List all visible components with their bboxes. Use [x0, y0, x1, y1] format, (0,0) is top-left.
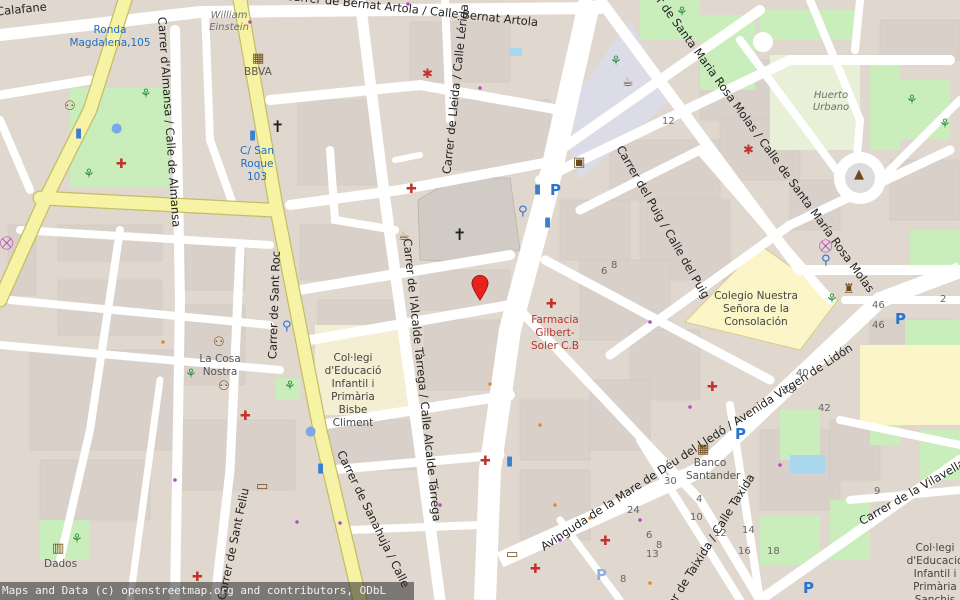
- viewpoint-icon[interactable]: ♜: [843, 283, 855, 297]
- library-icon[interactable]: ▣: [573, 156, 585, 170]
- bicycle-icon[interactable]: ⚲: [282, 320, 292, 334]
- house-number: 8: [620, 574, 627, 585]
- pharmacy-icon[interactable]: ✚: [116, 158, 127, 172]
- house-number: 30: [664, 476, 677, 487]
- bus-stop-icon[interactable]: ▮: [249, 129, 256, 143]
- poi-label-la-cosa-nostra: La Cosa Nostra: [199, 353, 241, 378]
- cafe-icon[interactable]: ☕: [622, 76, 634, 90]
- info-icon[interactable]: ●: [305, 425, 316, 439]
- house-number: 6: [646, 530, 653, 541]
- house-number: 2: [940, 294, 947, 305]
- board-game-icon[interactable]: ▥: [52, 542, 64, 556]
- bus-stop-icon[interactable]: ▮: [544, 216, 551, 230]
- poi-label-ronda-magdalena: Ronda Magdalena,105: [69, 24, 151, 49]
- parking-icon[interactable]: P: [550, 183, 561, 198]
- bus-stop-icon[interactable]: ▮: [534, 183, 541, 197]
- poi-label-banco-santander: Banco Santander: [686, 457, 741, 482]
- playground-icon[interactable]: ⚘: [939, 118, 951, 132]
- house-number: 13: [646, 549, 659, 560]
- playground-icon[interactable]: ⚘: [71, 533, 83, 547]
- atm-icon[interactable]: ▭: [506, 548, 518, 562]
- house-number: 24: [627, 505, 640, 516]
- house-number: 16: [738, 546, 751, 557]
- playground-icon[interactable]: ⚘: [610, 55, 622, 69]
- pharmacy-icon[interactable]: ✚: [480, 455, 491, 469]
- house-number: 12: [714, 528, 727, 539]
- house-number: 8: [611, 260, 618, 271]
- house-number: 14: [742, 525, 755, 536]
- parking-icon[interactable]: P: [895, 312, 906, 327]
- house-number: 46: [872, 300, 885, 311]
- poi-label-collegi-sanchis: Col·legi d'Educació Infantil i Primària …: [906, 542, 960, 600]
- playground-icon[interactable]: ⚘: [676, 6, 688, 20]
- pharmacy-icon[interactable]: ✚: [600, 535, 611, 549]
- parking-icon[interactable]: P: [803, 581, 814, 596]
- poi-label-dados: Dados: [44, 558, 78, 570]
- monument-icon[interactable]: ▲: [854, 168, 864, 182]
- house-number: 18: [767, 546, 780, 557]
- shop-icon[interactable]: ⛒: [0, 237, 13, 251]
- dentist-icon[interactable]: ✱: [422, 68, 433, 82]
- poi-label-william-einstein: William Einstein: [209, 10, 249, 33]
- house-number: 38: [782, 385, 795, 396]
- parking-icon[interactable]: P: [735, 427, 746, 442]
- playground-icon[interactable]: ⚘: [83, 168, 95, 182]
- map-view[interactable]: Carrer de Bernat Artola / Calle Bernat A…: [0, 0, 960, 600]
- house-number: 10: [690, 512, 703, 523]
- dentist-icon[interactable]: ✱: [743, 144, 754, 158]
- pharmacy-icon[interactable]: ✚: [707, 381, 718, 395]
- house-number: 12: [662, 116, 675, 127]
- house-number: 4: [696, 494, 703, 505]
- bus-stop-icon[interactable]: ▮: [75, 127, 82, 141]
- church-icon[interactable]: ✝: [271, 119, 284, 135]
- pharmacy-icon[interactable]: ✚: [530, 563, 541, 577]
- bus-stop-icon[interactable]: ▮: [506, 455, 513, 469]
- map-attribution: Maps and Data (c) openstreetmap.org and …: [0, 582, 414, 600]
- poi-label-collegi-bisbe-climent: Col·legi d'Educació Infantil i Primària …: [324, 352, 382, 429]
- location-pin-icon[interactable]: [471, 275, 489, 301]
- poi-label-bbva: BBVA: [244, 66, 272, 78]
- bicycle-icon[interactable]: ⚲: [518, 205, 528, 219]
- info-icon[interactable]: ●: [111, 122, 122, 136]
- pharmacy-icon[interactable]: ✚: [406, 183, 417, 197]
- atm-icon[interactable]: ▭: [256, 480, 268, 494]
- parking-icon[interactable]: P: [596, 568, 607, 583]
- bus-stop-icon[interactable]: ▮: [317, 462, 324, 476]
- community-icon[interactable]: ⚇: [64, 100, 76, 114]
- playground-icon[interactable]: ⚘: [906, 94, 918, 108]
- playground-icon[interactable]: ⚘: [284, 380, 296, 394]
- poi-label-farmacia: Farmacia Gilbert-Soler C.B: [531, 314, 579, 352]
- playground-icon[interactable]: ⚘: [826, 293, 838, 307]
- poi-label-huerto-urbano: Huerto Urbano: [812, 90, 850, 113]
- playground-icon[interactable]: ⚘: [185, 368, 197, 382]
- playground-icon[interactable]: ⚘: [140, 88, 152, 102]
- church-icon[interactable]: ✝: [453, 227, 466, 243]
- community-icon[interactable]: ⚇: [213, 336, 225, 350]
- house-number: 42: [818, 403, 831, 414]
- bicycle-icon[interactable]: ⚲: [821, 254, 831, 268]
- community-icon[interactable]: ⚇: [218, 380, 230, 394]
- house-number: 40: [796, 368, 809, 379]
- poi-label-san-roque: C/ San Roque 103: [240, 145, 274, 183]
- bank-icon[interactable]: ▦: [252, 52, 264, 66]
- poi-label-colegio-consolacion: Colegio Nuestra Señora de la Consolación: [714, 290, 798, 328]
- shop-icon[interactable]: ⛒: [819, 240, 832, 254]
- pharmacy-icon[interactable]: ✚: [546, 298, 557, 312]
- pharmacy-icon[interactable]: ✚: [240, 410, 251, 424]
- cafe-icon[interactable]: ☕: [398, 230, 410, 244]
- bank-icon[interactable]: ▦: [697, 443, 709, 457]
- house-number: 6: [601, 266, 608, 277]
- house-number: 46: [872, 320, 885, 331]
- house-number: 9: [874, 486, 881, 497]
